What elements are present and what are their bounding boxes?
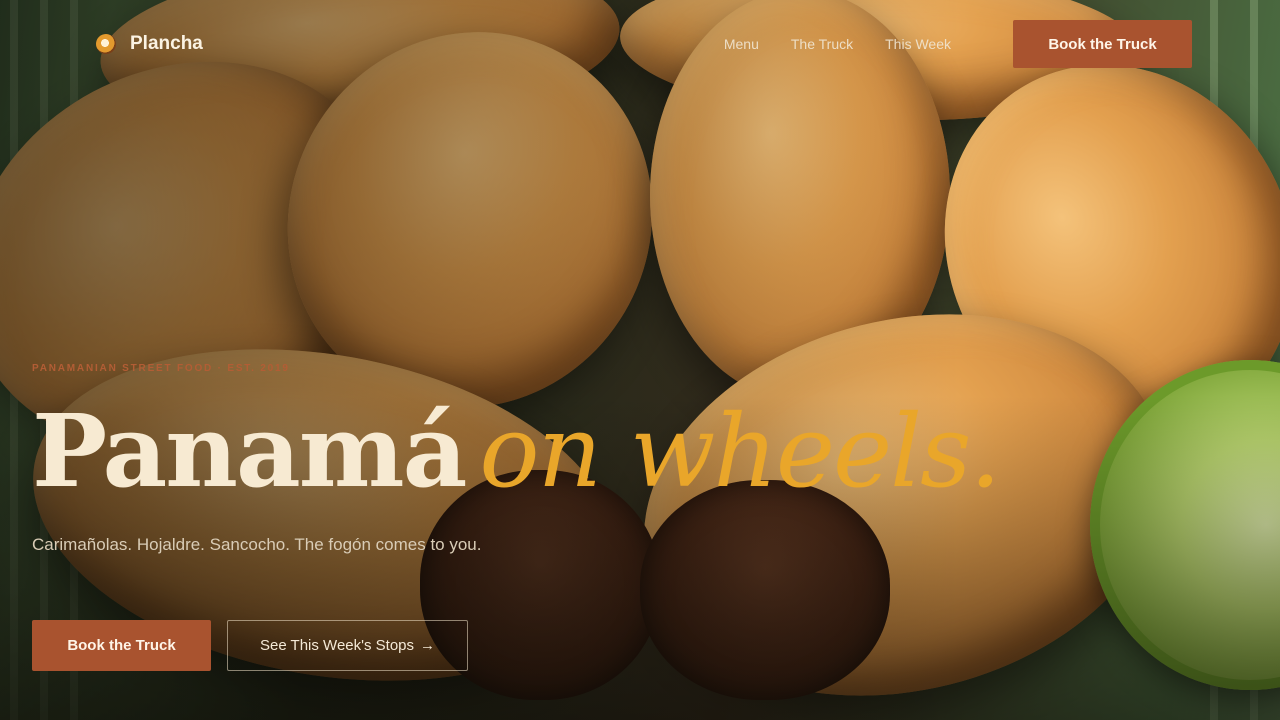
nav-link-this-week[interactable]: This Week — [885, 36, 951, 52]
top-navigation: Plancha Menu The Truck This Week Book th… — [0, 20, 1280, 68]
brand-name: Plancha — [130, 33, 203, 54]
hero-eyebrow: PANAMANIAN STREET FOOD · EST. 2019 — [32, 363, 290, 374]
hero-overlay — [0, 0, 1280, 720]
brand[interactable]: Plancha — [96, 33, 203, 55]
book-truck-button[interactable]: Book the Truck — [32, 620, 211, 671]
headline-bold: Panamá — [32, 392, 467, 510]
arrow-right-icon: → — [420, 637, 436, 654]
see-stops-label: See This Week's Stops — [259, 637, 415, 654]
nav-link-menu[interactable]: Menu — [724, 36, 759, 52]
headline-italic: on wheels. — [479, 393, 1001, 510]
nav-link-the-truck[interactable]: The Truck — [791, 36, 853, 52]
hero-headline: Panamá on wheels. — [32, 393, 1001, 510]
see-stops-button[interactable]: See This Week's Stops → — [227, 620, 468, 671]
nav-book-truck-button[interactable]: Book the Truck — [1013, 20, 1192, 68]
hero-subtitle: Carimañolas. Hojaldre. Sancocho. The fog… — [32, 535, 482, 554]
nav-links: Menu The Truck This Week Book the Truck — [724, 20, 1192, 68]
logo-icon — [96, 34, 116, 54]
